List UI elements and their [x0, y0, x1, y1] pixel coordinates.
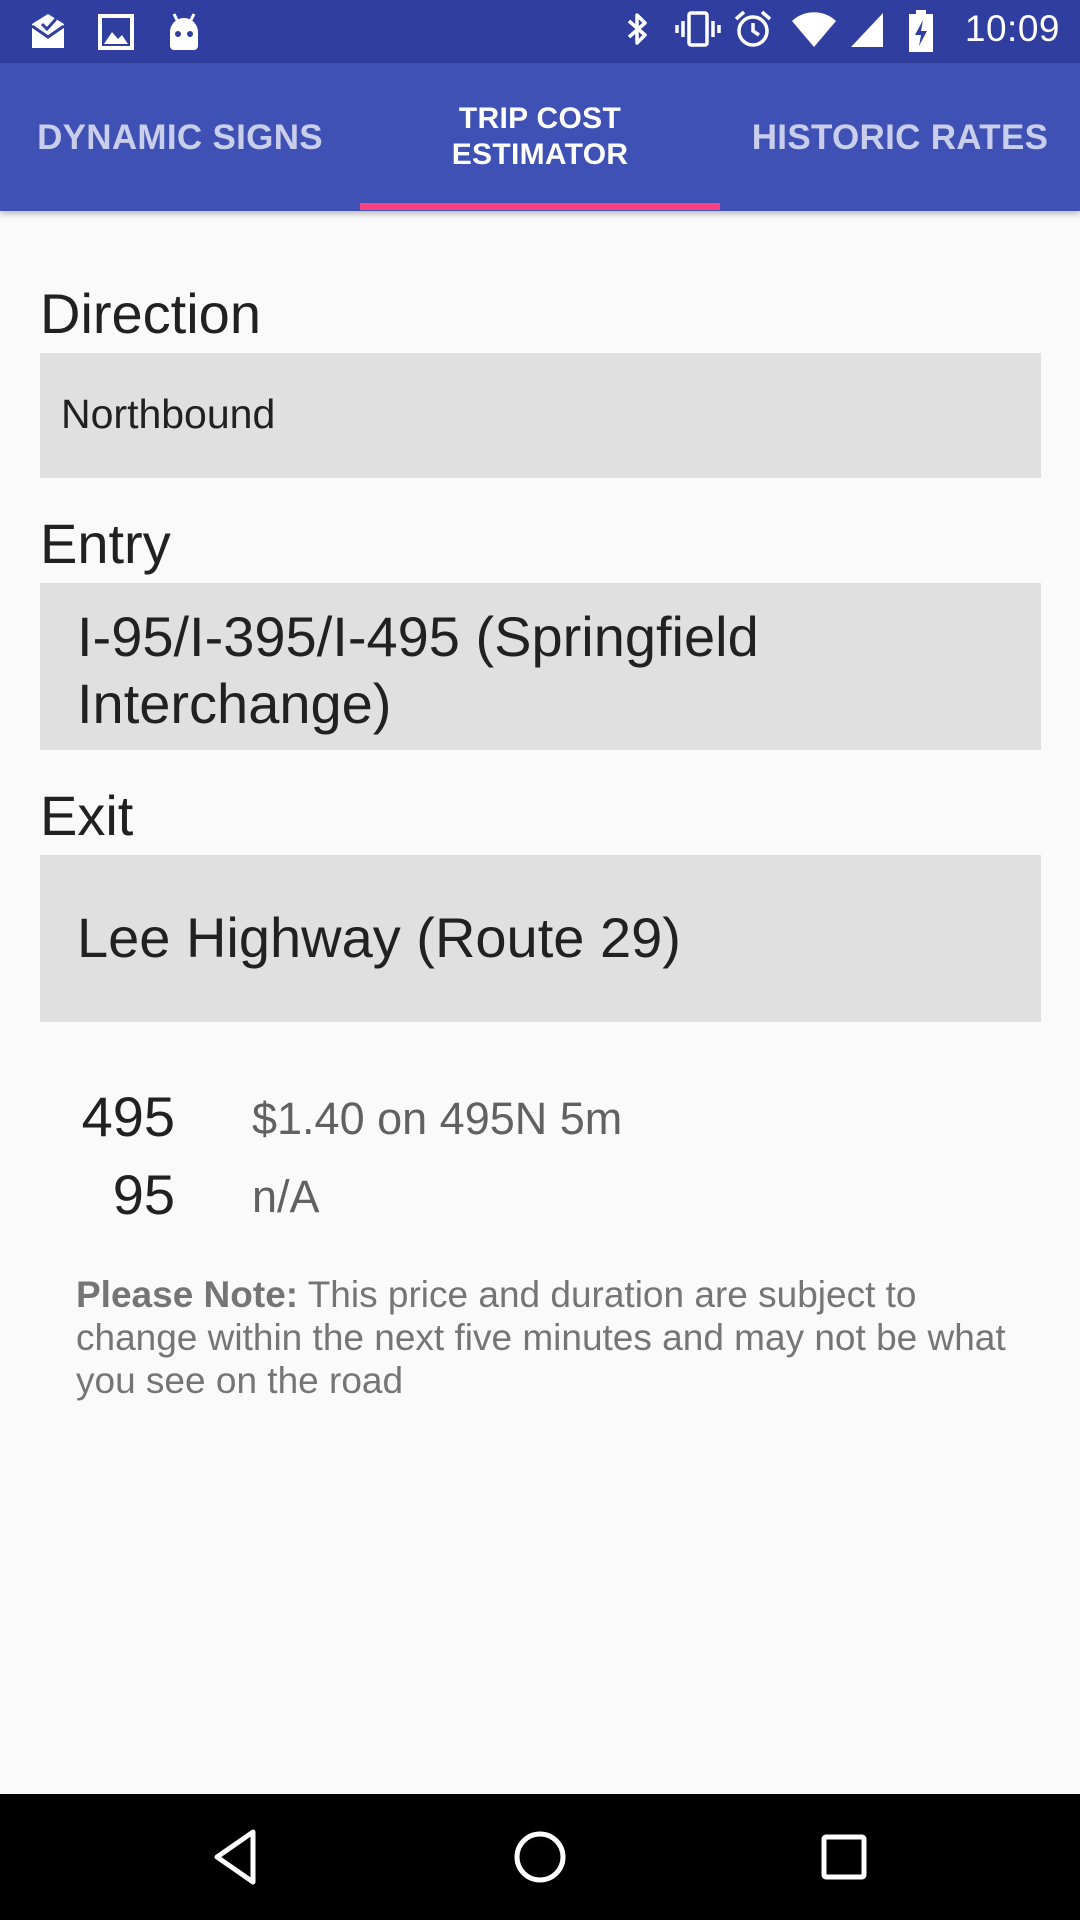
- route-cost-text: n/A: [252, 1171, 320, 1222]
- tab-label: TRIP COST ESTIMATOR: [452, 101, 629, 173]
- entry-label: Entry: [40, 512, 171, 575]
- tab-label: DYNAMIC SIGNS: [37, 117, 323, 157]
- active-tab-indicator: [360, 203, 720, 210]
- mail-icon: [28, 12, 68, 52]
- disclaimer-note: Please Note: This price and duration are…: [76, 1273, 1036, 1402]
- signal-icon: [849, 9, 889, 49]
- alarm-icon: [733, 9, 773, 49]
- back-icon[interactable]: [203, 1824, 269, 1890]
- route-cost-text: $1.40 on 495N 5m: [252, 1093, 623, 1144]
- recents-icon[interactable]: [811, 1824, 877, 1890]
- route-number: 95: [112, 1163, 175, 1226]
- tab-label-line2: ESTIMATOR: [451, 138, 629, 171]
- status-bar: 10:09: [0, 0, 1080, 63]
- wifi-icon: [791, 9, 836, 49]
- image-icon: [96, 12, 136, 52]
- vibrate-icon: [675, 9, 721, 49]
- status-time: 10:09: [964, 8, 1060, 49]
- navigation-bar: [0, 1794, 1080, 1920]
- direction-value: Northbound: [61, 391, 276, 437]
- tab-historic-rates[interactable]: HISTORIC RATES: [720, 63, 1080, 211]
- battery-charging-icon: [907, 9, 947, 52]
- tab-label: HISTORIC RATES: [751, 117, 1049, 157]
- exit-value: Lee Highway (Route 29): [77, 906, 681, 969]
- tab-dynamic-signs[interactable]: DYNAMIC SIGNS: [0, 63, 360, 211]
- exit-label: Exit: [40, 784, 134, 847]
- entry-select[interactable]: I-95/I-395/I-495 (Springfield Interchang…: [40, 583, 1041, 750]
- direction-select[interactable]: Northbound: [40, 353, 1041, 478]
- tab-trip-cost-estimator[interactable]: TRIP COST ESTIMATOR: [360, 63, 720, 211]
- home-icon[interactable]: [507, 1824, 573, 1890]
- bluetooth-icon: [617, 9, 657, 49]
- direction-label: Direction: [40, 282, 261, 345]
- tab-bar: DYNAMIC SIGNS TRIP COST ESTIMATOR HISTOR…: [0, 63, 1080, 211]
- note-bold: Please Note:: [76, 1274, 299, 1315]
- route-number: 495: [81, 1085, 175, 1148]
- tab-label-line1: TRIP COST: [458, 102, 622, 135]
- entry-value: I-95/I-395/I-495 (Springfield Interchang…: [77, 605, 759, 735]
- exit-select[interactable]: Lee Highway (Route 29): [40, 855, 1041, 1022]
- android-icon: [164, 12, 204, 52]
